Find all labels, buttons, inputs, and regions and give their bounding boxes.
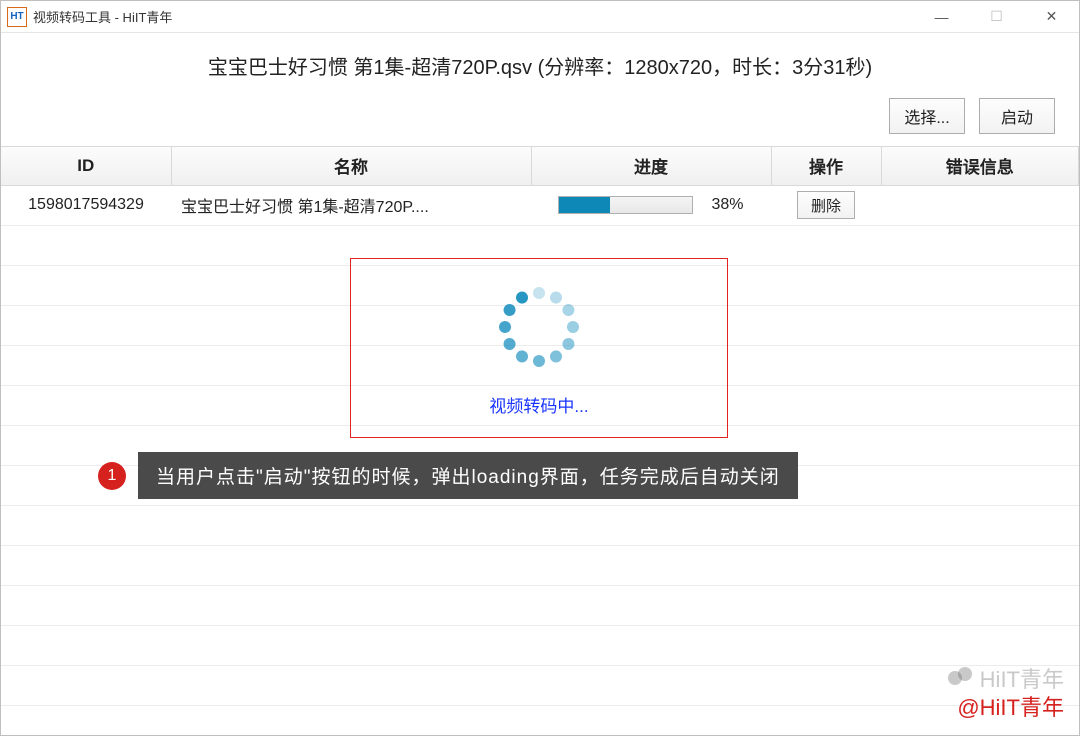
window-controls: — ☐ ✕ (914, 1, 1079, 33)
table-row (1, 265, 1079, 305)
table-row (1, 545, 1079, 585)
titlebar: HT 视频转码工具 - HiIT青年 — ☐ ✕ (1, 1, 1079, 33)
annotation-badge: 1 (98, 462, 126, 490)
table-row (1, 305, 1079, 345)
select-button[interactable]: 选择... (889, 98, 965, 134)
delete-button[interactable]: 删除 (797, 191, 855, 219)
table-row (1, 625, 1079, 665)
col-id: ID (1, 147, 171, 185)
maximize-button[interactable]: ☐ (969, 1, 1024, 33)
table-row (1, 585, 1079, 625)
table-row (1, 345, 1079, 385)
annotation-text: 当用户点击"启动"按钮的时候，弹出loading界面，任务完成后自动关闭 (138, 452, 798, 499)
table-row (1, 505, 1079, 545)
col-action: 操作 (771, 147, 881, 185)
col-error: 错误信息 (881, 147, 1079, 185)
watermark: HiIT青年 @HiIT青年 (948, 662, 1064, 722)
table-row (1, 225, 1079, 265)
action-row: 选择... 启动 (21, 98, 1059, 134)
start-button[interactable]: 启动 (979, 98, 1055, 134)
table-row: 1598017594329宝宝巴士好习惯 第1集-超清720P.... 38% 删除 (1, 185, 1079, 225)
progress-bar (558, 196, 693, 214)
col-name: 名称 (171, 147, 531, 185)
cell-error (881, 185, 1079, 225)
cell-action: 删除 (771, 185, 881, 225)
app-icon: HT (7, 7, 27, 27)
cell-name: 宝宝巴士好习惯 第1集-超清720P.... (171, 185, 531, 225)
window-title: 视频转码工具 - HiIT青年 (33, 7, 172, 26)
close-button[interactable]: ✕ (1024, 1, 1079, 33)
progress-text: 38% (711, 196, 743, 214)
minimize-button[interactable]: — (914, 1, 969, 33)
table-row (1, 385, 1079, 425)
col-progress: 进度 (531, 147, 771, 185)
table-row (1, 665, 1079, 705)
file-info-label: 宝宝巴士好习惯 第1集-超清720P.qsv (分辨率：1280x720，时长：… (21, 51, 1059, 80)
watermark-red: @HiIT青年 (957, 690, 1064, 722)
task-table: ID 名称 进度 操作 错误信息 1598017594329宝宝巴士好习惯 第1… (1, 147, 1079, 706)
wechat-icon (948, 667, 974, 689)
annotation-callout: 1 当用户点击"启动"按钮的时候，弹出loading界面，任务完成后自动关闭 (98, 452, 798, 499)
cell-progress: 38% (531, 185, 771, 225)
header-area: 宝宝巴士好习惯 第1集-超清720P.qsv (分辨率：1280x720，时长：… (1, 33, 1079, 146)
table-wrapper: ID 名称 进度 操作 错误信息 1598017594329宝宝巴士好习惯 第1… (1, 146, 1079, 735)
cell-id: 1598017594329 (1, 185, 171, 225)
app-window: HT 视频转码工具 - HiIT青年 — ☐ ✕ 宝宝巴士好习惯 第1集-超清7… (0, 0, 1080, 736)
